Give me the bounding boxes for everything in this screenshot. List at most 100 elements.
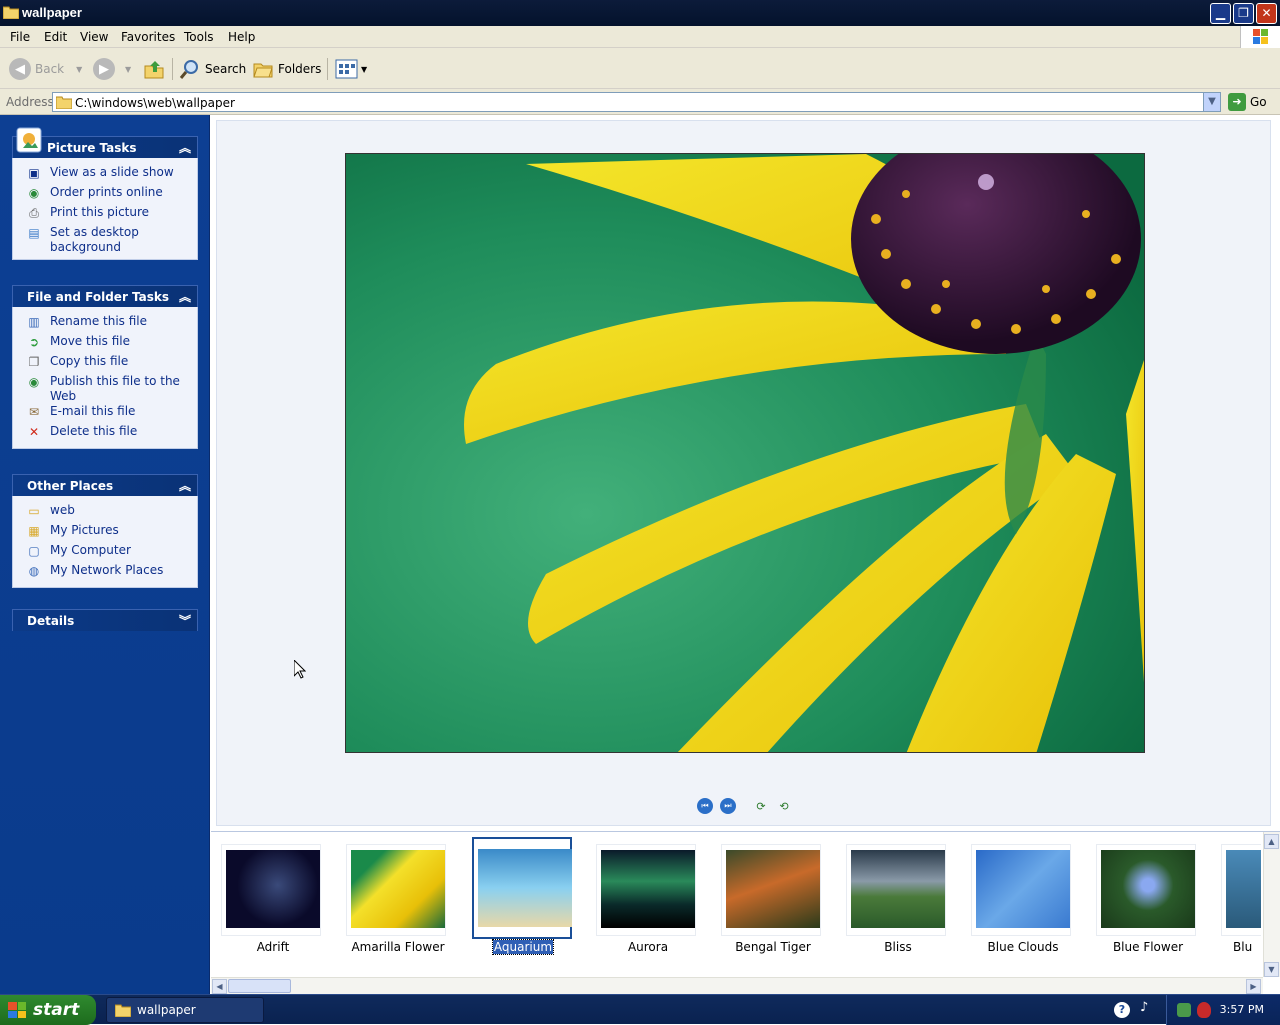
- thumbnail-label[interactable]: Bliss: [836, 940, 960, 954]
- thumbnail-aquarium[interactable]: [472, 837, 572, 939]
- windows-flag-icon: [8, 1002, 26, 1018]
- task-move[interactable]: ➲ Move this file: [13, 334, 197, 354]
- menu-tools[interactable]: Tools: [184, 30, 214, 44]
- task-slideshow[interactable]: ▣ View as a slide show: [13, 165, 197, 185]
- scroll-down-button[interactable]: ▼: [1264, 962, 1279, 977]
- task-copy[interactable]: ❐ Copy this file: [13, 354, 197, 374]
- thumbnail-blue-clouds[interactable]: [971, 844, 1071, 936]
- up-folder-button[interactable]: [143, 56, 165, 82]
- address-value: C:\windows\web\wallpaper: [75, 96, 235, 110]
- back-arrow-icon: ◀: [9, 58, 31, 80]
- address-input[interactable]: C:\windows\web\wallpaper ▼: [52, 92, 1221, 112]
- collapse-icon[interactable]: ︽: [179, 139, 191, 156]
- network-tray-icon[interactable]: [1177, 1003, 1191, 1017]
- thumbnail-partial[interactable]: [1221, 844, 1261, 936]
- folder-icon: [115, 1004, 131, 1017]
- menu-edit[interactable]: Edit: [44, 30, 67, 44]
- horizontal-scroll-thumb[interactable]: [228, 979, 291, 993]
- printer-icon: ⎙: [29, 206, 39, 220]
- collapse-icon[interactable]: ︽: [179, 288, 191, 305]
- views-button[interactable]: ▼: [335, 56, 367, 82]
- up-folder-icon: [144, 61, 164, 79]
- sound-icon[interactable]: ♪: [1140, 1000, 1148, 1015]
- search-button[interactable]: Search: [179, 56, 246, 82]
- address-bar: Address C:\windows\web\wallpaper ▼ ➜ Go: [0, 89, 1280, 115]
- menu-view[interactable]: View: [80, 30, 108, 44]
- address-label: Address: [6, 95, 54, 109]
- folders-button[interactable]: Folders: [252, 56, 321, 82]
- menu-favorites[interactable]: Favorites: [121, 30, 175, 44]
- task-rename[interactable]: ▥ Rename this file: [13, 314, 197, 334]
- menu-help[interactable]: Help: [228, 30, 255, 44]
- scroll-left-button[interactable]: ◀: [212, 979, 227, 994]
- tiger-thumbnail-image: [726, 850, 820, 928]
- place-web[interactable]: ▭ web: [13, 503, 197, 523]
- title-bar[interactable]: wallpaper ▁ ❐ ✕: [0, 0, 1280, 26]
- explorer-window: wallpaper ▁ ❐ ✕ File Edit View Favorites…: [0, 0, 1280, 994]
- vertical-scrollbar[interactable]: ▲ ▼: [1263, 832, 1280, 977]
- rename-icon: ▥: [28, 315, 40, 329]
- previous-image-button[interactable]: ⏮: [697, 798, 713, 814]
- adrift-thumbnail-image: [226, 850, 320, 928]
- scroll-up-button[interactable]: ▲: [1264, 834, 1279, 849]
- thumbnail-label[interactable]: Amarilla Flower: [336, 940, 460, 954]
- maximize-button[interactable]: ❐: [1233, 3, 1254, 24]
- next-image-button[interactable]: ⏭: [720, 798, 736, 814]
- back-dropdown-icon[interactable]: ▼: [76, 65, 82, 74]
- place-network[interactable]: ◍ My Network Places: [13, 563, 197, 583]
- horizontal-scrollbar[interactable]: ◀ ▶: [211, 977, 1263, 994]
- thumbnail-blue-flower[interactable]: [1096, 844, 1196, 936]
- flower-image: [346, 154, 1144, 752]
- forward-button[interactable]: ▶ ▼: [93, 56, 131, 82]
- thumbnail-label[interactable]: Adrift: [211, 940, 335, 954]
- globe-icon: ◉: [28, 375, 40, 389]
- security-shield-icon[interactable]: [1197, 1002, 1211, 1018]
- rotate-counterclockwise-button[interactable]: ⟲: [776, 800, 792, 813]
- thumbnail-adrift[interactable]: [221, 844, 321, 936]
- address-dropdown-button[interactable]: ▼: [1203, 93, 1220, 111]
- thumbnail-bliss[interactable]: [846, 844, 946, 936]
- task-print[interactable]: ⎙ Print this picture: [13, 205, 197, 225]
- thumbnail-label[interactable]: Bengal Tiger: [711, 940, 835, 954]
- delete-icon: ✕: [28, 425, 40, 439]
- details-header[interactable]: Details ︾: [12, 609, 198, 631]
- picture-tasks-icon: [16, 127, 42, 153]
- thumbnail-amarilla-flower[interactable]: [346, 844, 446, 936]
- clock: 3:57 PM: [1219, 1003, 1264, 1016]
- taskbar-item-wallpaper[interactable]: wallpaper: [106, 997, 264, 1023]
- thumbnail-aurora[interactable]: [596, 844, 696, 936]
- views-dropdown-icon: ▼: [361, 64, 368, 74]
- start-button[interactable]: start: [0, 995, 96, 1025]
- thumbnail-label[interactable]: Blue Clouds: [961, 940, 1085, 954]
- file-tasks-header[interactable]: File and Folder Tasks ︽: [12, 285, 198, 307]
- thumbnail-label-selected[interactable]: Aquarium: [461, 939, 585, 955]
- close-button[interactable]: ✕: [1256, 3, 1277, 24]
- task-email[interactable]: ✉ E-mail this file: [13, 404, 197, 424]
- task-publish[interactable]: ◉ Publish this file to the Web: [13, 374, 197, 404]
- menu-bar: File Edit View Favorites Tools Help: [0, 26, 1280, 48]
- task-delete[interactable]: ✕ Delete this file: [13, 424, 197, 444]
- scroll-right-button[interactable]: ▶: [1246, 979, 1261, 994]
- thumbnail-label[interactable]: Aurora: [586, 940, 710, 954]
- rotate-clockwise-button[interactable]: ⟳: [753, 800, 769, 813]
- other-places-header[interactable]: Other Places ︽: [12, 474, 198, 496]
- thumbnail-bengal-tiger[interactable]: [721, 844, 821, 936]
- menu-file[interactable]: File: [10, 30, 30, 44]
- task-order-prints[interactable]: ◉ Order prints online: [13, 185, 197, 205]
- help-icon[interactable]: ?: [1114, 1002, 1130, 1018]
- preview-image[interactable]: [345, 153, 1145, 753]
- window-title: wallpaper: [22, 5, 82, 20]
- go-button[interactable]: ➜ Go: [1228, 93, 1267, 111]
- thumbnail-label[interactable]: Blue Flower: [1086, 940, 1210, 954]
- place-my-computer[interactable]: ▢ My Computer: [13, 543, 197, 563]
- task-set-desktop[interactable]: ▤ Set as desktop background: [13, 225, 197, 255]
- back-button[interactable]: ◀ Back ▼: [9, 56, 82, 82]
- globe-icon: ◉: [28, 186, 40, 200]
- slideshow-icon: ▣: [28, 166, 40, 180]
- collapse-icon[interactable]: ︽: [179, 477, 191, 494]
- forward-dropdown-icon[interactable]: ▼: [125, 65, 131, 74]
- place-my-pictures[interactable]: ▦ My Pictures: [13, 523, 197, 543]
- minimize-button[interactable]: ▁: [1210, 3, 1231, 24]
- thumbnail-label[interactable]: Blu: [1221, 940, 1261, 954]
- expand-icon[interactable]: ︾: [179, 612, 191, 629]
